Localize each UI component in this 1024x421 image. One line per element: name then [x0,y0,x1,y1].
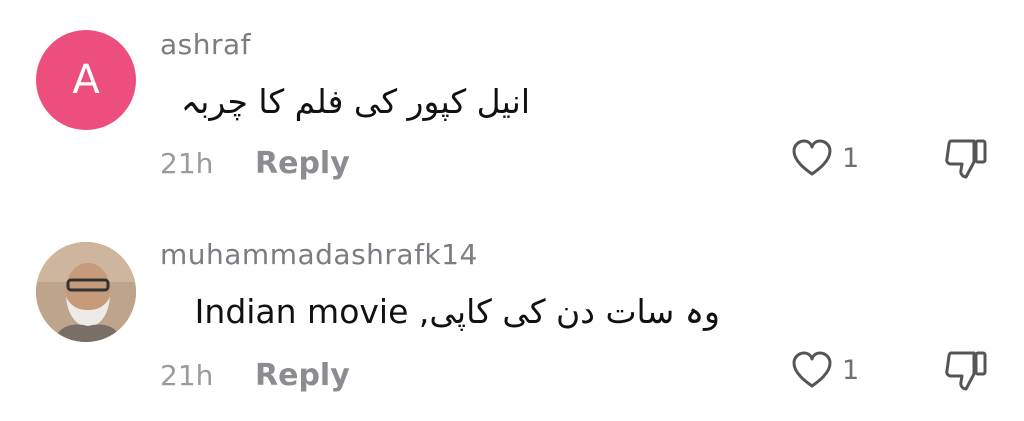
comment-meta: 21h Reply [160,358,350,393]
comment-meta: 21h Reply [160,146,350,181]
like-count: 1 [842,142,860,174]
comment-text: انیل کپور کی فلم کا چربہ [180,82,530,121]
reply-button[interactable]: Reply [255,146,350,181]
like-button[interactable]: 1 [790,138,859,178]
comment-text: وہ سات دن کی کاپی, Indian movie [194,292,720,331]
thumbs-down-outline-icon [942,348,990,394]
avatar[interactable]: A [36,30,136,130]
comment-username[interactable]: muhammadashrafk14 [160,238,478,271]
thumbs-down-outline-icon [942,136,990,182]
avatar-letter: A [72,57,100,103]
comment-item: muhammadashrafk14 وہ سات دن کی کاپی, Ind… [0,212,1024,412]
dislike-button[interactable] [942,348,990,394]
avatar-photo [36,242,136,342]
heart-outline-icon [790,350,834,390]
like-button[interactable]: 1 [790,350,859,390]
comment-item: A ashraf انیل کپور کی فلم کا چربہ 21h Re… [0,0,1024,200]
comment-username[interactable]: ashraf [160,28,251,61]
dislike-button[interactable] [942,136,990,182]
reply-button[interactable]: Reply [255,358,350,393]
heart-outline-icon [790,138,834,178]
like-count: 1 [842,354,860,386]
avatar[interactable] [36,242,136,342]
comment-time: 21h [160,147,214,180]
comment-time: 21h [160,359,214,392]
